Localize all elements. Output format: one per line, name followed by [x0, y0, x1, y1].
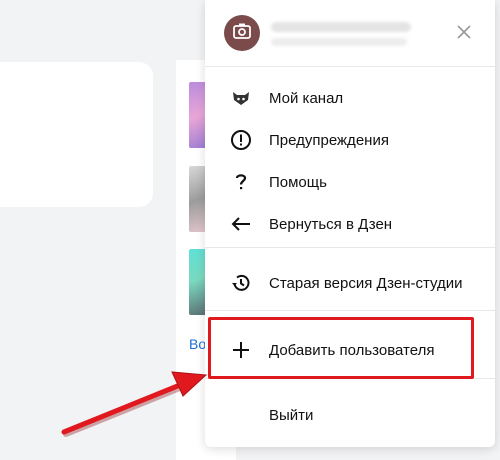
annotation-arrow — [61, 371, 208, 437]
